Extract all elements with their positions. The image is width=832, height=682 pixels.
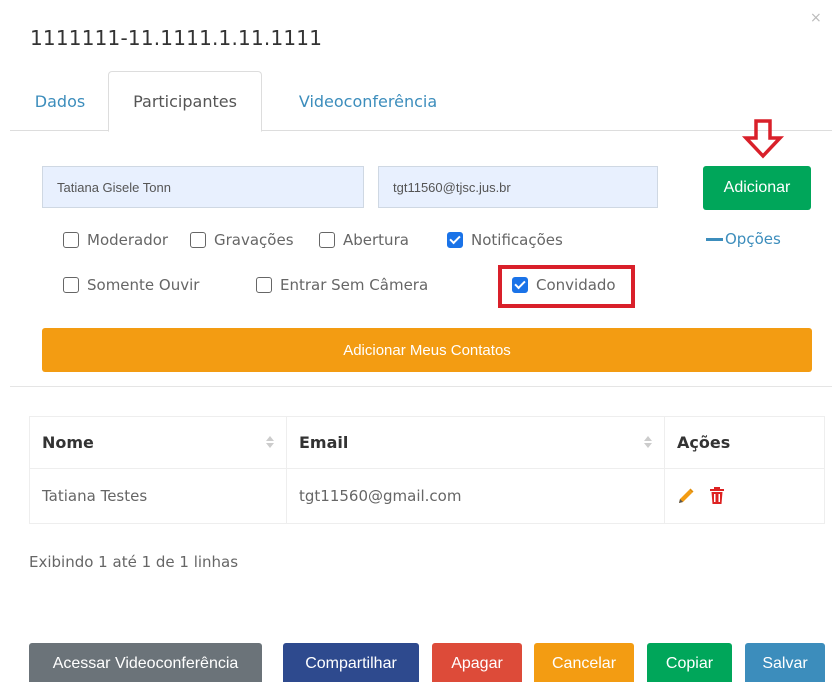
- checkbox-gravacoes[interactable]: Gravações: [190, 231, 294, 249]
- checkbox-notificacoes[interactable]: Notificações: [447, 231, 563, 249]
- modal-title: 1111111-11.1111.1.11.1111: [30, 26, 323, 50]
- copy-button[interactable]: Copiar: [647, 643, 732, 682]
- checkbox-somente-ouvir[interactable]: Somente Ouvir: [63, 276, 199, 294]
- add-my-contacts-button[interactable]: Adicionar Meus Contatos: [42, 328, 812, 372]
- save-button[interactable]: Salvar: [745, 643, 825, 682]
- checkbox-box-checked[interactable]: [447, 232, 463, 248]
- checkbox-label: Moderador: [87, 231, 169, 249]
- trash-icon[interactable]: [709, 487, 725, 505]
- tab-videoconferencia[interactable]: Videoconferência: [288, 71, 448, 131]
- cell-actions: [664, 468, 825, 524]
- checkbox-label: Abertura: [343, 231, 409, 249]
- column-header-acoes: Ações: [664, 416, 825, 469]
- tab-participantes[interactable]: Participantes: [108, 71, 262, 132]
- minus-icon: [706, 237, 723, 241]
- checkbox-box[interactable]: [319, 232, 335, 248]
- highlight-box: [498, 265, 635, 308]
- tab-dados[interactable]: Dados: [30, 71, 90, 131]
- table-row: Tatiana Testes tgt11560@gmail.com: [29, 468, 825, 524]
- checkbox-entrar-sem-camera[interactable]: Entrar Sem Câmera: [256, 276, 428, 294]
- participant-email-input[interactable]: [378, 166, 658, 208]
- checkbox-moderador[interactable]: Moderador: [63, 231, 168, 249]
- access-videoconference-button[interactable]: Acessar Videoconferência: [29, 643, 262, 682]
- checkbox-box[interactable]: [63, 232, 79, 248]
- checkbox-label: Entrar Sem Câmera: [280, 276, 429, 294]
- column-header-nome[interactable]: Nome: [29, 416, 287, 469]
- delete-button[interactable]: Apagar: [432, 643, 522, 682]
- options-label: Opções: [725, 230, 781, 248]
- options-toggle[interactable]: Opções: [706, 230, 781, 248]
- modal-dialog: 1111111-11.1111.1.11.1111 × Dados Partic…: [0, 0, 832, 682]
- checkbox-box[interactable]: [190, 232, 206, 248]
- cancel-button[interactable]: Cancelar: [534, 643, 634, 682]
- participant-name-input[interactable]: [42, 166, 364, 208]
- share-button[interactable]: Compartilhar: [283, 643, 419, 682]
- add-participant-button[interactable]: Adicionar: [703, 166, 811, 210]
- checkbox-abertura[interactable]: Abertura: [319, 231, 409, 249]
- participants-table: Nome Email Ações Tatiana Testes tgt11560…: [29, 416, 825, 524]
- checkbox-label: Somente Ouvir: [87, 276, 200, 294]
- checkbox-label: Notificações: [471, 231, 563, 249]
- checkbox-box[interactable]: [256, 277, 272, 293]
- sort-icon[interactable]: [266, 436, 274, 448]
- cell-name: Tatiana Testes: [29, 468, 287, 524]
- pagination-info: Exibindo 1 até 1 de 1 linhas: [29, 553, 239, 571]
- pencil-icon[interactable]: [677, 487, 695, 505]
- tab-bar: Dados Participantes Videoconferência: [10, 71, 832, 132]
- divider: [10, 386, 832, 387]
- cell-email: tgt11560@gmail.com: [286, 468, 665, 524]
- checkbox-label: Gravações: [214, 231, 294, 249]
- checkbox-box[interactable]: [63, 277, 79, 293]
- column-header-email[interactable]: Email: [286, 416, 665, 469]
- down-arrow-icon: [741, 119, 785, 159]
- close-icon[interactable]: ×: [810, 10, 822, 26]
- sort-icon[interactable]: [644, 436, 652, 448]
